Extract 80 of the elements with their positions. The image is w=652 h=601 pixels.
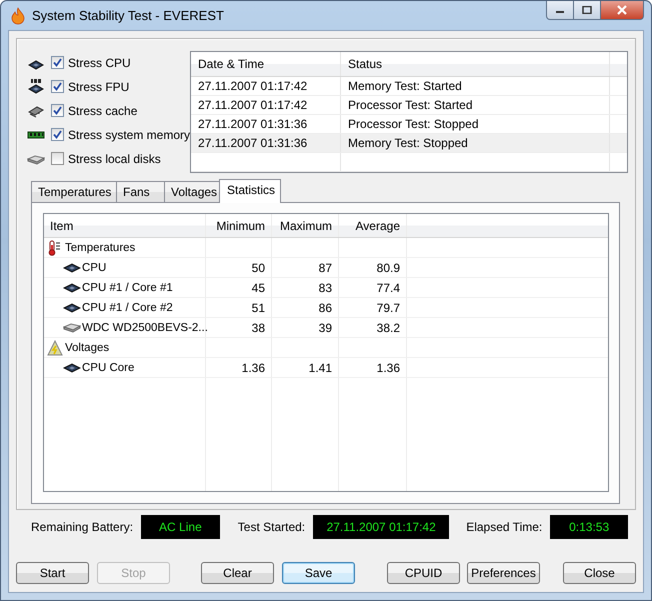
- tree-item[interactable]: CPU: [82, 262, 106, 274]
- table-cell: 38: [206, 318, 272, 337]
- push-button[interactable]: Start: [16, 562, 89, 584]
- status-label: Test Started:: [238, 520, 306, 534]
- checkbox[interactable]: [51, 104, 64, 117]
- table-cell: 77.4: [339, 278, 407, 297]
- table-cell: 80.9: [339, 258, 407, 277]
- table-cell: 45: [206, 278, 272, 297]
- thermometer-icon: [47, 240, 63, 256]
- table-cell: 1.36: [206, 358, 272, 377]
- tree-item[interactable]: Voltages: [65, 342, 110, 354]
- processor-icon: [63, 302, 81, 314]
- tab[interactable]: Voltages: [164, 181, 220, 202]
- tree-item[interactable]: WDC WD2500BEVS-2...: [82, 322, 208, 334]
- hard-disk-icon: [63, 322, 81, 334]
- column-header[interactable]: Date & Time: [191, 52, 342, 76]
- tree-item[interactable]: CPU #1 / Core #1: [82, 282, 173, 294]
- table-cell: 27.11.2007 01:17:42: [191, 77, 342, 95]
- push-button[interactable]: CPUID: [387, 562, 460, 584]
- checkbox[interactable]: [51, 56, 64, 69]
- table-cell: 27.11.2007 01:31:36: [191, 134, 342, 152]
- warning-icon: [47, 340, 63, 356]
- table-cell: 1.36: [339, 358, 407, 377]
- log-row[interactable]: 27.11.2007 01:17:42 Memory Test: Started: [191, 77, 627, 96]
- checkbox-label: Stress CPU: [68, 56, 131, 70]
- push-button[interactable]: Preferences: [467, 562, 540, 584]
- table-cell: 38.2: [339, 318, 407, 337]
- column-header[interactable]: Average: [339, 214, 407, 237]
- checkbox-label: Stress local disks: [68, 152, 161, 166]
- column-header[interactable]: Status: [341, 52, 610, 76]
- table-cell: 1.41: [272, 358, 339, 377]
- log-row[interactable]: 27.11.2007 01:17:42 Processor Test: Started: [191, 96, 627, 115]
- checkbox[interactable]: [51, 152, 64, 165]
- processor-icon: [63, 262, 81, 274]
- close-icon: [616, 5, 628, 15]
- table-cell: 50: [206, 258, 272, 277]
- window-title: System Stability Test - EVEREST: [32, 8, 224, 23]
- checkbox-label: Stress FPU: [68, 80, 130, 94]
- processor-icon: [27, 78, 45, 94]
- log-row[interactable]: 27.11.2007 01:31:36 Memory Test: Stopped: [191, 134, 627, 153]
- minimize-button[interactable]: [546, 1, 574, 20]
- table-cell: 87: [272, 258, 339, 277]
- tab[interactable]: Temperatures: [31, 181, 117, 202]
- table-cell: 51: [206, 298, 272, 317]
- push-button[interactable]: Save: [282, 562, 355, 584]
- tree-item[interactable]: CPU #1 / Core #2: [82, 302, 173, 314]
- table-cell: Memory Test: Stopped: [341, 134, 610, 152]
- status-display: AC Line: [141, 515, 220, 539]
- tree-item[interactable]: Temperatures: [65, 242, 136, 254]
- push-button[interactable]: Close: [563, 562, 636, 584]
- table-cell: 83: [272, 278, 339, 297]
- close-button[interactable]: [601, 1, 644, 20]
- tab[interactable]: Statistics: [219, 179, 281, 203]
- table-cell: 79.7: [339, 298, 407, 317]
- flame-icon: [10, 6, 26, 24]
- table-cell: 27.11.2007 01:17:42: [191, 96, 342, 114]
- table-cell: Processor Test: Started: [341, 96, 610, 114]
- maximize-icon: [582, 6, 592, 14]
- processor-icon: [63, 362, 81, 374]
- maximize-button[interactable]: [574, 1, 601, 20]
- tab[interactable]: Fans: [116, 181, 165, 202]
- column-header[interactable]: Item: [44, 214, 206, 237]
- status-display: 0:13:53: [550, 515, 628, 539]
- column-header[interactable]: Minimum: [206, 214, 272, 237]
- tree-item[interactable]: CPU Core: [82, 362, 134, 374]
- column-header[interactable]: Maximum: [272, 214, 339, 237]
- table-cell: 86: [272, 298, 339, 317]
- checkbox-label: Stress system memory: [68, 128, 190, 142]
- status-label: Remaining Battery:: [31, 520, 134, 534]
- status-display: 27.11.2007 01:17:42: [313, 515, 450, 539]
- table-cell: Processor Test: Stopped: [341, 115, 610, 133]
- table-cell: 39: [272, 318, 339, 337]
- push-button[interactable]: Clear: [201, 562, 274, 584]
- checkbox-label: Stress cache: [68, 104, 138, 118]
- processor-icon: [63, 282, 81, 294]
- status-label: Elapsed Time:: [466, 520, 542, 534]
- table-cell: Memory Test: Started: [341, 77, 610, 95]
- table-cell: 27.11.2007 01:31:36: [191, 115, 342, 133]
- checkbox[interactable]: [51, 128, 64, 141]
- checkbox[interactable]: [51, 80, 64, 93]
